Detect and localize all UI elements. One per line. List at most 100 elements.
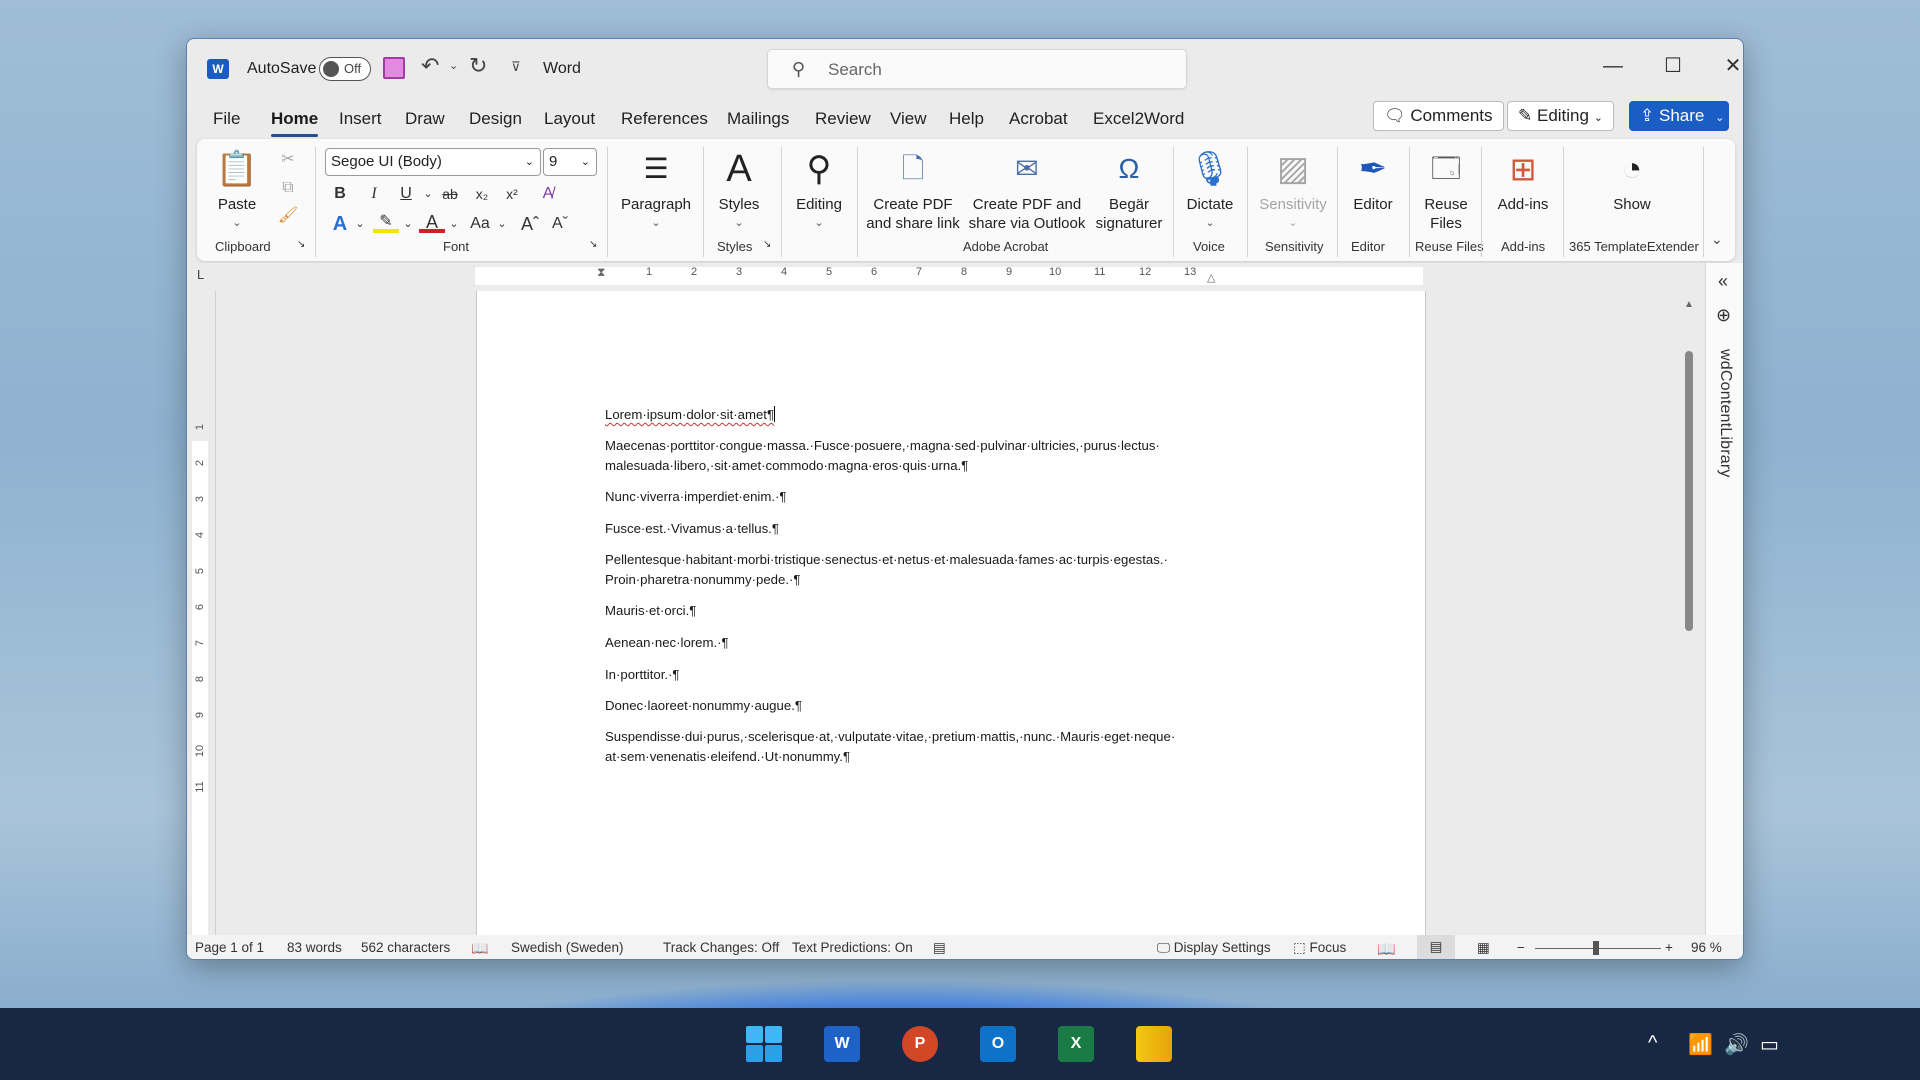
paragraph[interactable]: Donec·laoreet·nonummy·augue.¶	[605, 696, 1225, 716]
autosave-toggle[interactable]: Off	[319, 57, 371, 81]
tab-insert[interactable]: Insert	[339, 109, 382, 129]
language[interactable]: Swedish (Sweden)	[511, 940, 624, 955]
show-hidden-icons-icon[interactable]: ^	[1648, 1032, 1657, 1055]
indent-marker-icon[interactable]: ⧗	[597, 265, 605, 280]
create-pdf-share-link-button[interactable]: 🗋 Create PDF and share link	[863, 147, 963, 233]
scrollbar-thumb[interactable]	[1685, 351, 1693, 631]
text-effects-dropdown-icon[interactable]: ⌄	[347, 211, 373, 237]
subscript-button[interactable]: x₂	[469, 181, 495, 207]
word-count[interactable]: 83 words	[287, 940, 342, 955]
wifi-icon[interactable]: 📶	[1688, 1032, 1713, 1057]
web-layout-icon[interactable]: ▦	[1477, 940, 1490, 956]
undo-dropdown-icon[interactable]: ⌄	[449, 59, 458, 72]
italic-button[interactable]: I	[361, 181, 387, 207]
ribbon-collapse-icon[interactable]: ⌄	[1711, 231, 1723, 248]
scroll-up-icon[interactable]: ▲	[1684, 299, 1694, 310]
copy-icon[interactable]: ⧉	[275, 175, 301, 201]
track-changes-status[interactable]: Track Changes: Off	[663, 940, 779, 955]
close-button[interactable]: ✕	[1713, 51, 1743, 81]
tab-draw[interactable]: Draw	[405, 109, 445, 129]
tab-file[interactable]: File	[213, 109, 240, 129]
tab-references[interactable]: References	[621, 109, 708, 129]
tab-home[interactable]: Home	[271, 109, 319, 137]
document-page[interactable]: Lorem·ipsum·dolor·sit·amet¶ Maecenas·por…	[476, 291, 1426, 959]
font-color-dropdown-icon[interactable]: ⌄	[441, 211, 467, 237]
proofing-icon[interactable]: 📖	[471, 940, 488, 957]
start-icon[interactable]	[746, 1026, 782, 1062]
styles-button[interactable]: A Styles ⌄	[709, 147, 769, 233]
customize-qat-icon[interactable]: ⊽	[511, 59, 521, 75]
print-layout-icon[interactable]: ▤	[1417, 935, 1455, 959]
outlook-taskbar-icon[interactable]: O	[980, 1026, 1016, 1062]
tab-help[interactable]: Help	[949, 109, 984, 129]
paragraph[interactable]: Pellentesque·habitant·morbi·tristique·se…	[605, 550, 1225, 590]
page-count[interactable]: Page 1 of 1	[195, 940, 264, 955]
redo-icon[interactable]: ↻	[469, 53, 487, 79]
font-launcher-icon[interactable]: ↘	[589, 239, 597, 250]
paragraph[interactable]: Lorem·ipsum·dolor·sit·amet¶	[605, 405, 1225, 425]
expand-pane-icon[interactable]: «	[1718, 271, 1728, 292]
paste-button[interactable]: 📋 Paste ⌄	[209, 147, 265, 233]
focus-button[interactable]: ⬚ Focus	[1293, 940, 1346, 956]
tab-mailings[interactable]: Mailings	[727, 109, 789, 129]
text-predictions-status[interactable]: Text Predictions: On	[792, 940, 913, 955]
tab-review[interactable]: Review	[815, 109, 871, 129]
clipboard-launcher-icon[interactable]: ↘	[297, 239, 305, 250]
search-box[interactable]: ⚲ Search	[767, 49, 1187, 89]
grow-font-button[interactable]: Aˆ	[517, 211, 543, 237]
zoom-out-button[interactable]: −	[1517, 940, 1525, 955]
paragraph[interactable]: Suspendisse·dui·purus,·scelerisque·at,·v…	[605, 727, 1225, 767]
add-ins-button[interactable]: ⊞ Add-ins	[1487, 147, 1559, 214]
battery-icon[interactable]: ▭	[1760, 1032, 1779, 1057]
paragraph[interactable]: Nunc·viverra·imperdiet·enim.·¶	[605, 487, 1225, 507]
bold-button[interactable]: B	[327, 181, 353, 207]
reuse-files-button[interactable]: 🗔 Reuse Files	[1413, 147, 1479, 233]
comments-button[interactable]: 🗨 Comments	[1373, 101, 1504, 131]
minimize-button[interactable]: —	[1593, 51, 1633, 81]
paragraph[interactable]: In·porttitor.·¶	[605, 665, 1225, 685]
powerpoint-taskbar-icon[interactable]: P	[902, 1026, 938, 1062]
paragraph-button[interactable]: ☰ Paragraph ⌄	[615, 147, 697, 233]
editing-button[interactable]: ⚲ Editing ⌄	[787, 147, 851, 233]
tab-view[interactable]: View	[890, 109, 927, 129]
cut-icon[interactable]: ✂	[275, 147, 301, 173]
maximize-button[interactable]: ☐	[1653, 51, 1693, 81]
tab-excel2word[interactable]: Excel2Word	[1093, 109, 1184, 129]
request-signatures-button[interactable]: Ω Begär signaturer	[1091, 147, 1167, 233]
vertical-scrollbar[interactable]: ▲ ▼	[1681, 291, 1697, 959]
paragraph[interactable]: Fusce·est.·Vivamus·a·tellus.¶	[605, 519, 1225, 539]
highlight-dropdown-icon[interactable]: ⌄	[395, 211, 421, 237]
format-painter-icon[interactable]: 🖌	[275, 203, 301, 229]
tab-acrobat[interactable]: Acrobat	[1009, 109, 1068, 129]
editing-mode-button[interactable]: ✎ Editing ⌄	[1507, 101, 1614, 131]
zoom-slider-thumb[interactable]	[1593, 941, 1599, 955]
editor-button[interactable]: ✒ Editor	[1343, 147, 1403, 214]
display-settings-button[interactable]: 🖵 Display Settings	[1157, 940, 1271, 956]
paragraph[interactable]: Aenean·nec·lorem.·¶	[605, 633, 1225, 653]
read-mode-icon[interactable]: 📖	[1377, 940, 1396, 958]
sensitivity-button[interactable]: ▨ Sensitivity ⌄	[1253, 147, 1333, 233]
paragraph[interactable]: Maecenas·porttitor·congue·massa.·Fusce·p…	[605, 436, 1225, 476]
dictate-button[interactable]: 🎙 Dictate ⌄	[1179, 147, 1241, 233]
accessibility-icon[interactable]: ▤	[933, 940, 946, 956]
change-case-dropdown-icon[interactable]: ⌄	[489, 211, 515, 237]
shrink-font-button[interactable]: Aˇ	[547, 211, 573, 237]
show-template-button[interactable]: ◔ Show	[1597, 147, 1667, 214]
character-count[interactable]: 562 characters	[361, 940, 450, 955]
font-name-select[interactable]: Segoe UI (Body) ⌄	[325, 148, 541, 176]
zoom-in-button[interactable]: +	[1665, 940, 1673, 955]
superscript-button[interactable]: x²	[499, 181, 525, 207]
save-icon[interactable]	[383, 57, 405, 79]
paragraph[interactable]: Mauris·et·orci.¶	[605, 601, 1225, 621]
font-size-select[interactable]: 9 ⌄	[543, 148, 597, 176]
undo-icon[interactable]: ↶	[421, 53, 439, 79]
powerbi-taskbar-icon[interactable]	[1136, 1026, 1172, 1062]
styles-launcher-icon[interactable]: ↘	[763, 239, 771, 250]
excel-taskbar-icon[interactable]: X	[1058, 1026, 1094, 1062]
right-indent-marker-icon[interactable]: △	[1207, 271, 1215, 284]
word-taskbar-icon[interactable]: W	[824, 1026, 860, 1062]
share-button[interactable]: ⇪ Share ⌄	[1629, 101, 1729, 131]
content-library-label[interactable]: wdContentLibrary	[1716, 349, 1734, 478]
tab-stop-selector-icon[interactable]: L	[197, 267, 204, 282]
clear-formatting-button[interactable]: A̸	[535, 181, 561, 207]
